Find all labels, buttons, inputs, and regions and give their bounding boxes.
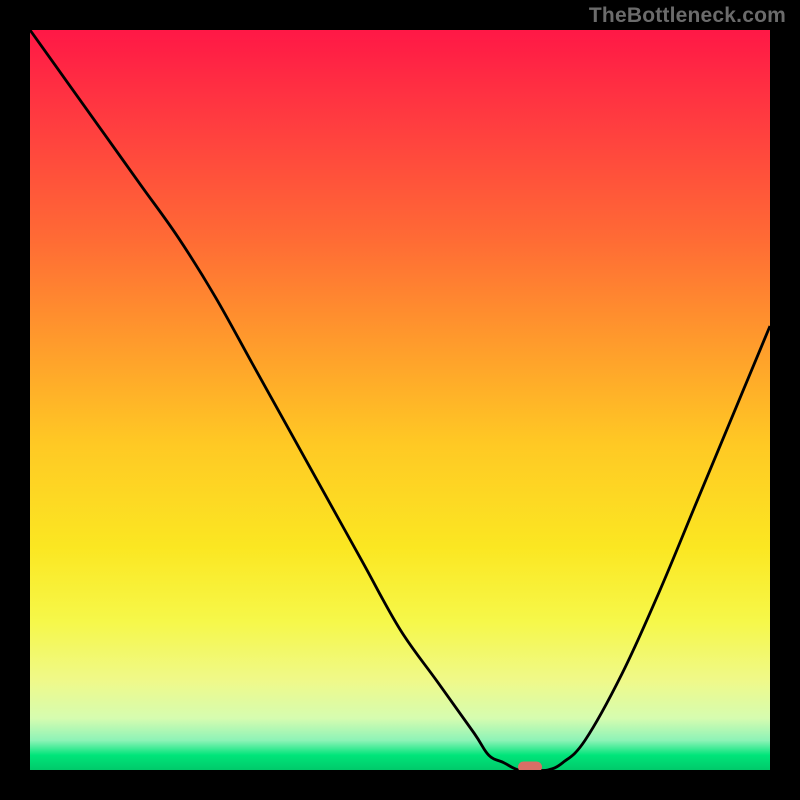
bottleneck-curve bbox=[30, 30, 770, 770]
chart-container: TheBottleneck.com bbox=[0, 0, 800, 800]
plot-area bbox=[30, 30, 770, 770]
watermark-label: TheBottleneck.com bbox=[589, 4, 786, 28]
optimal-point-marker bbox=[518, 762, 542, 771]
curve-path bbox=[30, 30, 770, 770]
